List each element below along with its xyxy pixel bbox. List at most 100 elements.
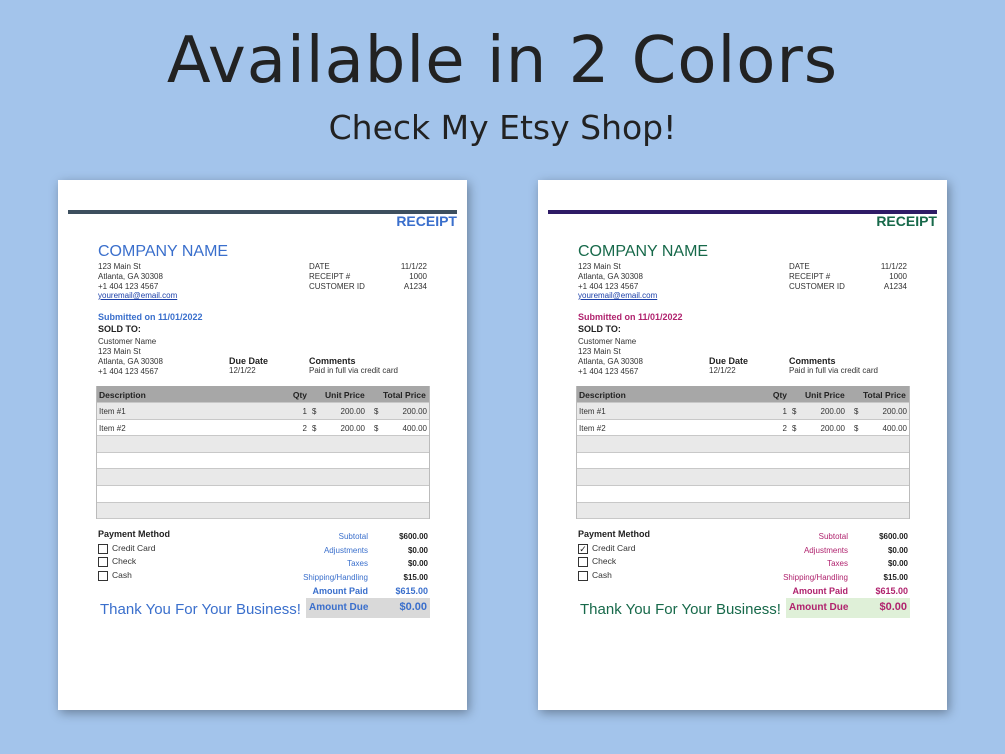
- customer-id-label: CUSTOMER ID: [789, 282, 845, 291]
- table-row-empty: [97, 436, 429, 453]
- payment-method-title: Payment Method: [98, 529, 171, 539]
- column-total-price: Total Price: [863, 390, 906, 400]
- amount-due-label: Amount Due: [309, 602, 369, 613]
- taxes-label: Taxes: [827, 559, 848, 568]
- table-row-empty: [577, 436, 909, 453]
- currency-symbol: $: [792, 423, 797, 433]
- customer-id-label: CUSTOMER ID: [309, 282, 365, 291]
- shipping-label: Shipping/Handling: [303, 573, 368, 582]
- currency-symbol: $: [312, 423, 317, 433]
- table-header: Description Qty Unit Price Total Price: [97, 386, 429, 403]
- email-link[interactable]: youremail@email.com: [98, 291, 177, 300]
- table-row: Item #2 2 $ 200.00 $ 400.00: [577, 420, 909, 437]
- company-name: COMPANY NAME: [578, 243, 709, 260]
- customer-block: Customer Name 123 Main St Atlanta, GA 30…: [578, 337, 643, 377]
- customer-name: Customer Name: [98, 337, 157, 346]
- adjustments-label: Adjustments: [323, 546, 368, 555]
- customer-phone: +1 404 123 4567: [578, 367, 639, 376]
- table-row-empty: [577, 502, 909, 520]
- shipping-value: $15.00: [883, 573, 908, 582]
- receipt-number-value: 1000: [889, 272, 907, 281]
- currency-symbol: $: [854, 407, 859, 416]
- table-row-empty: [97, 502, 429, 520]
- amount-due-value: $0.00: [399, 601, 427, 613]
- subtotal-label: Subtotal: [818, 532, 848, 541]
- date-value: 11/1/22: [400, 262, 427, 271]
- table-header: Description Qty Unit Price Total Price: [577, 386, 909, 403]
- address-line: Atlanta, GA 30308: [578, 272, 643, 281]
- due-date-label: Due Date: [229, 356, 269, 366]
- currency-symbol: $: [374, 423, 379, 433]
- date-label: DATE: [789, 262, 810, 271]
- item-total: 200.00: [882, 407, 907, 416]
- item-description: Item #2: [579, 423, 606, 433]
- table-row-empty: [577, 469, 909, 486]
- table-row-empty: [577, 453, 909, 470]
- checkbox-check[interactable]: [578, 556, 588, 567]
- table-row: Item #2 2 $ 200.00 $ 400.00: [97, 420, 429, 437]
- shipping-value: $15.00: [403, 573, 428, 582]
- adjustments-value: $0.00: [407, 546, 428, 555]
- address-line: Atlanta, GA 30308: [98, 272, 163, 281]
- checkbox-credit-card[interactable]: [98, 543, 108, 554]
- address-line: 123 Main St: [98, 262, 141, 271]
- due-date-value: 12/1/22: [229, 366, 256, 375]
- amount-due-box: Amount Due $0.00: [786, 598, 910, 618]
- subline: Check My Etsy Shop!: [328, 108, 677, 147]
- item-qty: 2: [782, 423, 787, 433]
- comments-value: Paid in full via credit card: [789, 366, 878, 375]
- currency-symbol: $: [312, 407, 317, 416]
- comments-value: Paid in full via credit card: [309, 366, 398, 375]
- checkbox-credit-card-checked[interactable]: ✓: [578, 543, 588, 554]
- checkbox-check[interactable]: [98, 556, 108, 567]
- meta-values: 11/1/22 1000 A1234: [863, 262, 907, 292]
- meta-labels: DATE RECEIPT # CUSTOMER ID: [309, 262, 365, 292]
- payment-option-check[interactable]: Check: [98, 556, 136, 567]
- comments-label: Comments: [789, 356, 836, 366]
- receipt-number-value: 1000: [409, 272, 427, 281]
- table-row-empty: [97, 453, 429, 470]
- email-link[interactable]: youremail@email.com: [578, 291, 657, 300]
- payment-option-check[interactable]: Check: [578, 556, 616, 567]
- customer-id-value: A1234: [883, 282, 907, 291]
- payment-option-cash[interactable]: Cash: [578, 570, 612, 581]
- adjustments-value: $0.00: [887, 546, 908, 555]
- customer-block: Customer Name 123 Main St Atlanta, GA 30…: [98, 337, 163, 377]
- item-total: 400.00: [402, 423, 427, 433]
- item-description: Item #1: [99, 407, 126, 416]
- customer-address: 123 Main St: [578, 347, 621, 356]
- column-qty: Qty: [292, 390, 307, 400]
- taxes-value: $0.00: [407, 559, 428, 568]
- item-description: Item #1: [579, 407, 606, 416]
- payment-option-credit-card[interactable]: Credit Card: [98, 543, 155, 554]
- submitted-date: Submitted on 11/01/2022: [578, 312, 683, 322]
- receipt-green: RECEIPT COMPANY NAME 123 Main St Atlanta…: [538, 180, 947, 710]
- checkbox-cash[interactable]: [578, 570, 588, 581]
- table-row-empty: [577, 486, 909, 503]
- option-label: Cash: [112, 570, 132, 580]
- item-description: Item #2: [99, 423, 126, 433]
- amount-due-label: Amount Due: [789, 602, 849, 613]
- company-name: COMPANY NAME: [98, 243, 229, 260]
- address-line: 123 Main St: [578, 262, 621, 271]
- shipping-label: Shipping/Handling: [783, 573, 848, 582]
- option-label: Credit Card: [112, 543, 156, 553]
- comments-label: Comments: [309, 356, 356, 366]
- table-row: Item #1 1 $ 200.00 $ 200.00: [97, 403, 429, 420]
- column-qty: Qty: [772, 390, 787, 400]
- column-total-price: Total Price: [383, 390, 426, 400]
- item-qty: 1: [782, 407, 787, 416]
- due-date-value: 12/1/22: [709, 366, 736, 375]
- option-label: Credit Card: [592, 543, 636, 553]
- taxes-value: $0.00: [887, 559, 908, 568]
- amount-due-box: Amount Due $0.00: [306, 598, 430, 618]
- amount-paid-label: Amount Paid: [792, 586, 849, 596]
- amount-paid-value: $615.00: [395, 586, 428, 596]
- payment-option-cash[interactable]: Cash: [98, 570, 132, 581]
- date-value: 11/1/22: [880, 262, 907, 271]
- checkbox-cash[interactable]: [98, 570, 108, 581]
- table-row-empty: [97, 469, 429, 486]
- adjustments-label: Adjustments: [803, 546, 848, 555]
- payment-option-credit-card[interactable]: ✓ Credit Card: [578, 543, 635, 554]
- company-address: 123 Main St Atlanta, GA 30308 +1 404 123…: [98, 262, 163, 292]
